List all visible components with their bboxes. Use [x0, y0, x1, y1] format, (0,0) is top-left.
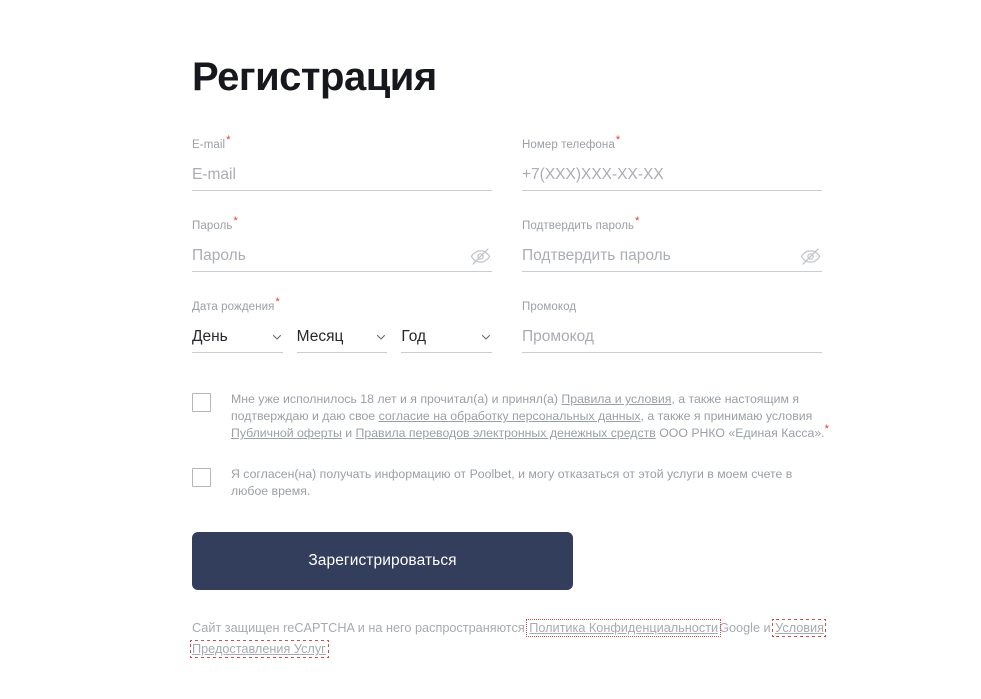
phone-label: Номер телефона*	[522, 134, 621, 151]
privacy-policy-link[interactable]: Политика Конфиденциальности	[526, 619, 722, 637]
required-indicator: *	[615, 134, 621, 147]
email-input-line	[192, 163, 492, 191]
password-input-line	[192, 244, 492, 272]
email-label: E-mail*	[192, 134, 231, 151]
field-email: E-mail*	[192, 134, 492, 191]
recaptcha-part1: Сайт защищен reCAPTCHA и на него распрос…	[192, 621, 529, 635]
birth-year-value: Год	[401, 327, 427, 345]
terms-part4: и	[341, 426, 356, 440]
recaptcha-note: Сайт защищен reCAPTCHA и на него распрос…	[189, 618, 844, 660]
birth-day-select[interactable]: День	[192, 325, 283, 353]
terms-agreement-row: Мне уже исполнилось 18 лет и я прочитал(…	[192, 391, 892, 442]
page-title: Регистрация	[192, 55, 437, 99]
required-indicator: *	[824, 422, 829, 435]
required-indicator: *	[233, 215, 238, 228]
field-password: Пароль*	[192, 215, 492, 272]
birth-year-select[interactable]: Год	[401, 325, 493, 353]
terms-link-personal-data[interactable]: согласие на обработку персональных данны…	[379, 409, 641, 423]
chevron-down-icon	[377, 334, 386, 339]
field-phone: Номер телефона*	[522, 134, 822, 191]
phone-input-line	[522, 163, 822, 191]
promo-input[interactable]	[522, 326, 822, 351]
terms-part3: , а также я принимаю условия	[640, 409, 813, 423]
field-birth-date: Дата рождения* День Месяц Год	[192, 296, 493, 353]
terms-part1: Мне уже исполнилось 18 лет и я прочитал(…	[231, 392, 562, 406]
eye-slash-icon[interactable]	[469, 245, 491, 267]
registration-form: Регистрация E-mail* Номер телефона* Паро…	[189, 0, 892, 660]
terms-link-public-offer[interactable]: Публичной оферты	[231, 426, 342, 440]
email-input[interactable]	[192, 164, 492, 189]
marketing-text: Я согласен(на) получать информацию от Po…	[231, 467, 793, 498]
birth-month-value: Месяц	[296, 327, 344, 345]
confirm-password-input-line	[522, 244, 822, 272]
marketing-agreement-row: Я согласен(на) получать информацию от Po…	[192, 466, 892, 500]
birth-date-selects: День Месяц Год	[192, 325, 493, 353]
confirm-password-label: Подтвердить пароль*	[522, 215, 640, 232]
phone-input[interactable]	[522, 164, 822, 189]
eye-slash-icon[interactable]	[799, 245, 821, 267]
marketing-checkbox[interactable]	[192, 468, 211, 487]
promo-input-line	[522, 325, 822, 353]
terms-checkbox[interactable]	[192, 393, 211, 412]
password-input[interactable]	[192, 245, 492, 270]
birth-day-value: День	[192, 327, 228, 345]
terms-part5: ООО РНКО «Единая Касса».	[655, 426, 825, 440]
required-indicator: *	[635, 215, 640, 228]
birth-date-label: Дата рождения*	[192, 296, 280, 313]
confirm-password-input[interactable]	[522, 245, 822, 270]
required-indicator: *	[226, 134, 231, 147]
field-confirm-password: Подтвердить пароль*	[522, 215, 822, 272]
chevron-down-icon	[272, 334, 281, 339]
password-label: Пароль*	[192, 215, 238, 232]
birth-month-select[interactable]: Месяц	[296, 325, 388, 353]
required-indicator: *	[275, 296, 280, 309]
field-promo: Промокод	[522, 300, 822, 353]
registration-page: Регистрация E-mail* Номер телефона* Паро…	[0, 0, 981, 699]
terms-link-money-transfer[interactable]: Правила переводов электронных денежных с…	[356, 426, 656, 440]
promo-label: Промокод	[522, 301, 577, 313]
register-button[interactable]: Зарегистрироваться	[192, 532, 573, 590]
terms-link-rules[interactable]: Правила и условия	[561, 392, 671, 406]
terms-text: Мне уже исполнилось 18 лет и я прочитал(…	[231, 391, 831, 442]
agreements-section: Мне уже исполнилось 18 лет и я прочитал(…	[192, 391, 892, 500]
chevron-down-icon	[482, 334, 491, 339]
recaptcha-part2: Google и	[719, 621, 775, 635]
fields-grid: E-mail* Номер телефона* Пароль*	[192, 134, 892, 381]
